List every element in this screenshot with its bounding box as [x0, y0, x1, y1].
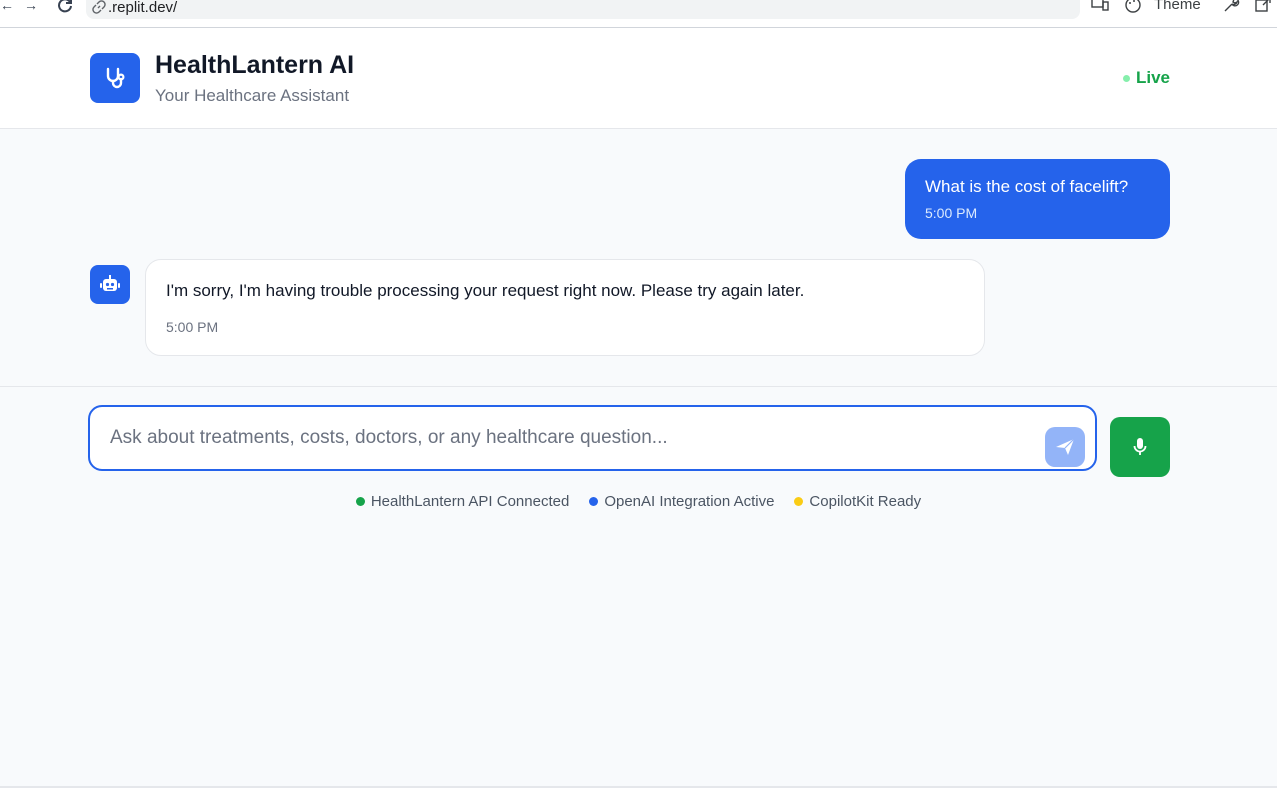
- microphone-icon: [1133, 438, 1147, 455]
- url-text: .replit.dev/: [108, 0, 178, 16]
- user-message: What is the cost of facelift? 5:00 PM: [905, 159, 1170, 239]
- message-input[interactable]: [110, 419, 1030, 457]
- robot-avatar-icon: [90, 265, 130, 304]
- user-message-text: What is the cost of facelift?: [925, 177, 1129, 196]
- browser-toolbar: ← → .replit.dev/ Theme: [0, 0, 1277, 28]
- app-header: HealthLantern AI Your Healthcare Assista…: [0, 28, 1277, 129]
- divider: [0, 386, 1277, 387]
- send-button[interactable]: [1045, 427, 1085, 467]
- open-external-icon[interactable]: [1254, 0, 1272, 18]
- status-openai: OpenAI Integration Active: [589, 493, 774, 510]
- address-bar[interactable]: .replit.dev/: [86, 0, 1080, 19]
- status-label: CopilotKit Ready: [809, 493, 922, 510]
- status-label: OpenAI Integration Active: [604, 493, 775, 510]
- back-icon[interactable]: ←: [0, 0, 14, 14]
- stethoscope-logo-icon: [90, 53, 140, 103]
- status-dot-icon: [355, 497, 365, 506]
- send-icon: [1056, 438, 1075, 455]
- wrench-icon[interactable]: [1222, 0, 1240, 18]
- status-label: HealthLantern API Connected: [370, 493, 570, 510]
- message-composer: [88, 405, 1097, 471]
- app-title: HealthLantern AI: [155, 51, 355, 79]
- live-dot-icon: [1122, 74, 1130, 82]
- devices-icon[interactable]: [1090, 0, 1110, 16]
- theme-button[interactable]: Theme: [1154, 0, 1201, 13]
- assistant-message-text: I'm sorry, I'm having trouble processing…: [166, 281, 805, 300]
- user-message-time: 5:00 PM: [925, 205, 978, 221]
- assistant-message: I'm sorry, I'm having trouble processing…: [145, 259, 985, 356]
- status-dot-icon: [589, 497, 599, 506]
- assistant-message-time: 5:00 PM: [166, 319, 219, 335]
- palette-icon[interactable]: [1124, 0, 1142, 18]
- app-subtitle: Your Healthcare Assistant: [155, 86, 350, 105]
- status-dot-icon: [794, 497, 804, 506]
- live-status: Live: [1122, 68, 1170, 88]
- status-api: HealthLantern API Connected: [355, 493, 570, 510]
- integration-statuses: HealthLantern API Connected OpenAI Integ…: [0, 493, 1277, 510]
- link-icon: [92, 0, 106, 14]
- forward-icon[interactable]: →: [24, 0, 38, 14]
- status-copilotkit: CopilotKit Ready: [794, 493, 921, 510]
- live-label: Live: [1135, 68, 1170, 87]
- microphone-button[interactable]: [1110, 417, 1170, 477]
- reload-icon[interactable]: [56, 0, 74, 13]
